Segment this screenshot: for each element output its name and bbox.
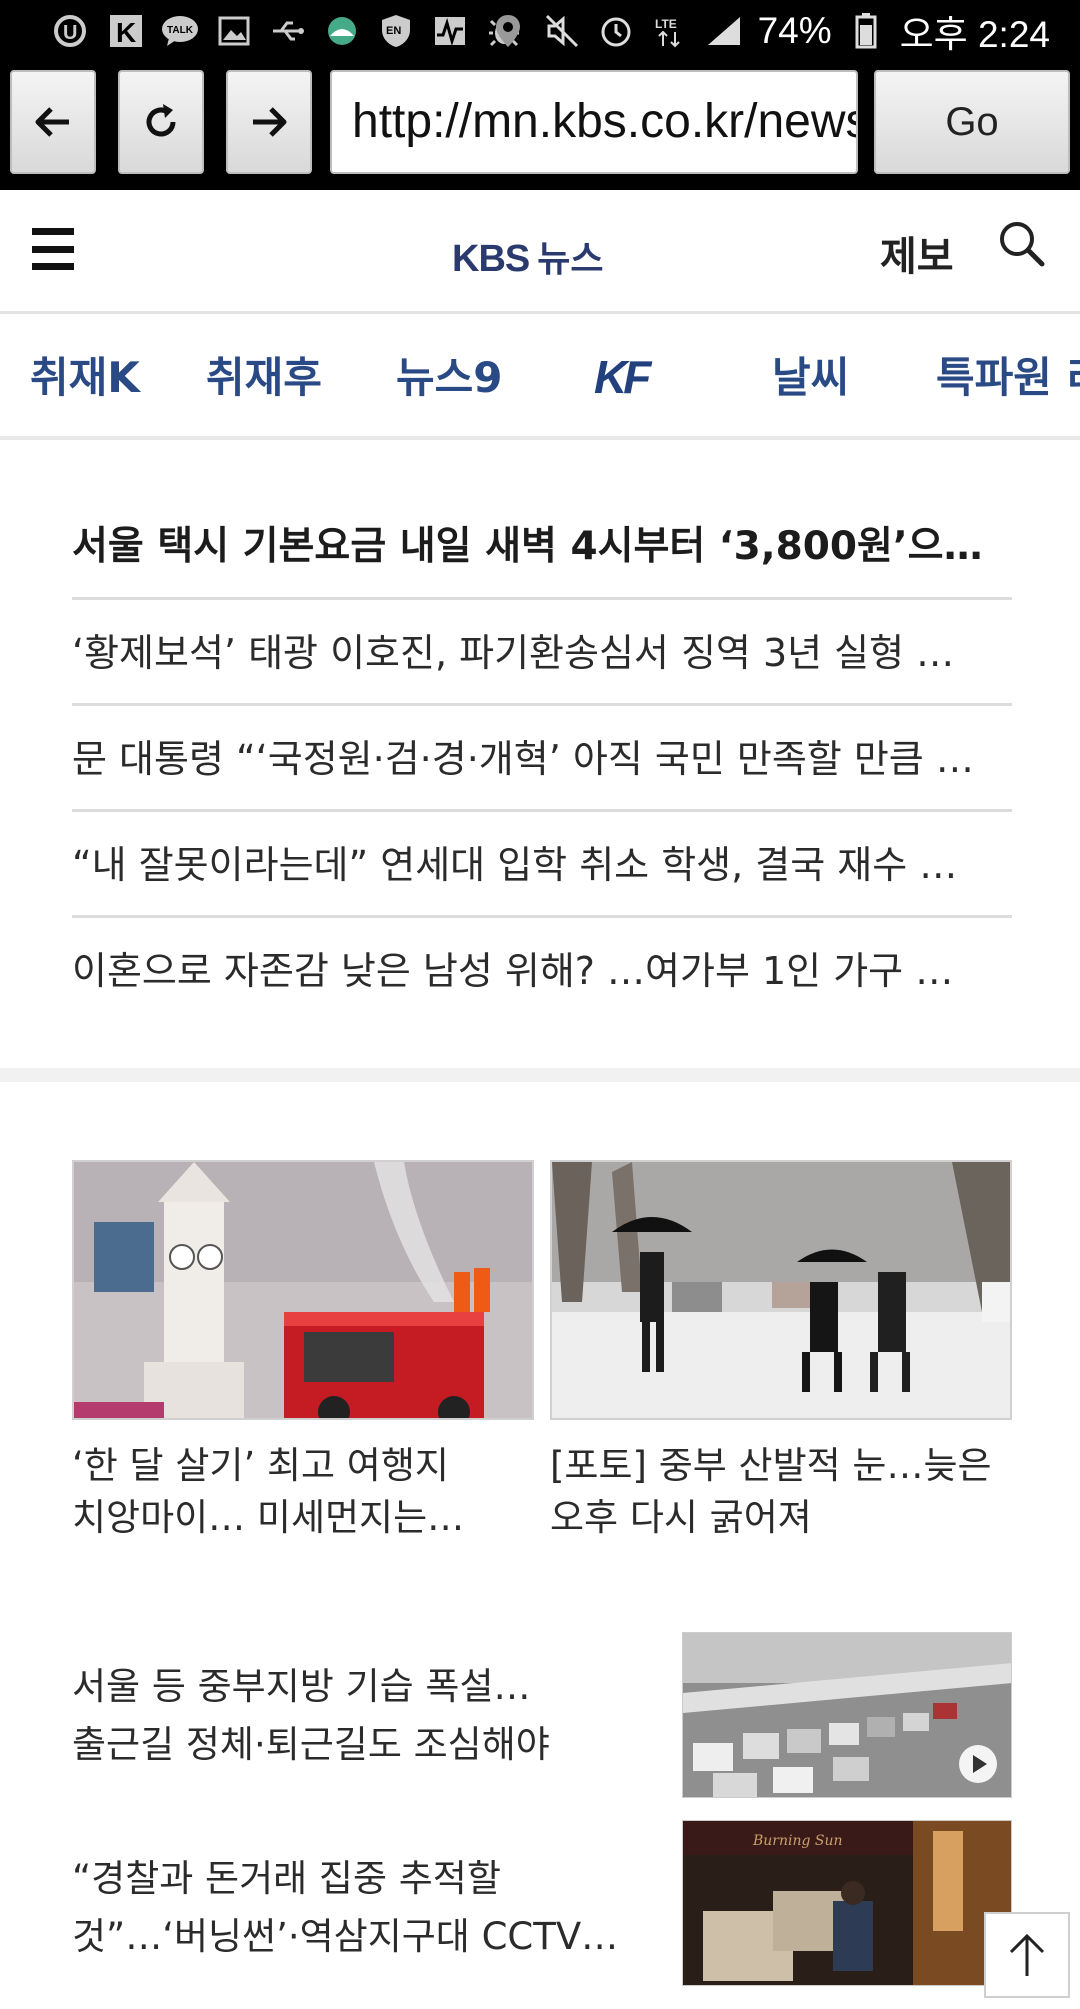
photo-card[interactable]: [포토] 중부 산발적 눈…늦은 오후 다시 굵어져 (550, 1160, 1012, 1544)
search-icon[interactable] (996, 218, 1048, 270)
photo-card[interactable]: ‘한 달 살기’ 최고 여행지 치앙마이… 미세먼지는… (72, 1160, 534, 1544)
image-icon (214, 12, 254, 50)
arrow-left-icon (35, 107, 69, 137)
caption-line: ‘한 달 살기’ 최고 여행지 (72, 1444, 449, 1487)
headline-list: 서울 택시 기본요금 내일 새벽 4시부터 ‘3,800원’으로 … ‘황제보석… (72, 494, 1012, 1024)
tab-correspondent[interactable]: 특파원 리 (936, 344, 1080, 405)
title-line: 출근길 정체·퇴근길도 조심해야 (72, 1723, 550, 1766)
kf-logo-text: K (594, 351, 627, 403)
mute-icon (542, 12, 582, 50)
chiangmai-photo (72, 1160, 534, 1420)
refresh-icon (146, 104, 176, 137)
svg-text:K: K (116, 17, 136, 48)
snow-street-photo (550, 1160, 1012, 1420)
battery-percent: 74% (757, 10, 832, 51)
reload-button[interactable] (118, 70, 204, 174)
u-plus-icon: U (52, 12, 92, 50)
list-item[interactable]: 서울 등 중부지방 기습 폭설… 출근길 정체·퇴근길도 조심해야 (72, 1632, 1012, 1802)
tab-kf-logo[interactable]: KF (594, 350, 651, 404)
headline-item[interactable]: 이혼으로 자존감 낮은 남성 위해? …여가부 1인 가구 … (72, 918, 1012, 1024)
notification-icons: U K TALK EN (52, 10, 524, 52)
burning-sun-photo: Burning Sun (682, 1820, 1012, 1986)
photo-card-caption: ‘한 달 살기’ 최고 여행지 치앙마이… 미세먼지는… (72, 1440, 534, 1544)
back-button[interactable] (10, 70, 96, 174)
photo-card-caption: [포토] 중부 산발적 눈…늦은 오후 다시 굵어져 (550, 1440, 1012, 1544)
headline-item[interactable]: ‘황제보석’ 태광 이호진, 파기환송심서 징역 3년 실형 … (72, 600, 1012, 706)
location-icon (488, 12, 528, 50)
svg-text:EN: EN (386, 25, 401, 37)
svg-text:U: U (63, 22, 77, 44)
signal-icon (704, 12, 744, 50)
arrow-up-icon (1009, 1933, 1045, 1976)
usb-icon (268, 12, 308, 50)
talk-icon: TALK (160, 12, 200, 50)
headline-item[interactable]: “내 잘못이라는데” 연세대 입학 취소 학생, 결국 재수 … (72, 812, 1012, 918)
title-line: 서울 등 중부지방 기습 폭설… (72, 1665, 531, 1708)
caption-line: 치앙마이… 미세먼지는… (72, 1496, 465, 1539)
logo-kbs: KBS (452, 238, 530, 280)
battery-icon (846, 12, 886, 50)
category-nav: 취재K 취재후 뉴스9 KF 날씨 특파원 리 (0, 314, 1080, 440)
list-item-title: 서울 등 중부지방 기습 폭설… 출근길 정체·퇴근길도 조심해야 (72, 1658, 632, 1774)
lte-icon: LTE (650, 12, 690, 50)
browser-toolbar: http://mn.kbs.co.kr/news Go (0, 62, 1080, 190)
url-field[interactable]: http://mn.kbs.co.kr/news (330, 70, 858, 174)
alarm-icon (596, 12, 636, 50)
arrow-right-icon (253, 107, 287, 137)
shield-en-icon: EN (376, 12, 416, 50)
svg-text:LTE: LTE (655, 17, 677, 31)
section-divider (0, 1068, 1080, 1082)
status-bar: U K TALK EN LTE 74% 오후 2:24 (0, 0, 1080, 62)
clock: 오후 2:24 (899, 14, 1050, 55)
forward-button[interactable] (226, 70, 312, 174)
tab-news9[interactable]: 뉴스9 (396, 344, 503, 405)
logo-news: 뉴스 (537, 239, 604, 280)
activity-icon (430, 12, 470, 50)
site-header: KBS 뉴스 제보 (0, 190, 1080, 314)
caption-line: [포토] 중부 산발적 눈…늦은 (550, 1444, 992, 1487)
traffic-snow-photo (682, 1632, 1012, 1798)
scroll-top-button[interactable] (984, 1912, 1070, 1998)
list-item[interactable]: “경찰과 돈거래 집중 추적할 것”…‘버닝썬’·역삼지구대 CCTV… Bur… (72, 1820, 1012, 1990)
play-icon[interactable] (959, 1745, 997, 1783)
headline-item[interactable]: 문 대통령 “‘국정원·검·경·개혁’ 아직 국민 만족할 만큼 … (72, 706, 1012, 812)
svg-text:TALK: TALK (167, 25, 194, 36)
go-button[interactable]: Go (874, 70, 1070, 174)
menu-icon[interactable] (32, 228, 74, 270)
kbs-news-logo[interactable]: KBS 뉴스 (452, 230, 603, 280)
tab-weather[interactable]: 날씨 (772, 344, 849, 405)
tab-coverage-k[interactable]: 취재K (30, 344, 140, 405)
weather-icon (322, 12, 362, 50)
tab-after-coverage[interactable]: 취재후 (206, 344, 322, 405)
tip-off-link[interactable]: 제보 (880, 224, 954, 282)
title-line: “경찰과 돈거래 집중 추적할 (72, 1857, 501, 1900)
title-line: 것”…‘버닝썬’·역삼지구대 CCTV… (72, 1915, 619, 1958)
caption-line: 오후 다시 굵어져 (550, 1496, 812, 1539)
headline-item[interactable]: 서울 택시 기본요금 내일 새벽 4시부터 ‘3,800원’으로 … (72, 494, 1012, 600)
system-indicators: LTE 74% 오후 2:24 (488, 10, 1050, 55)
svg-text:Burning Sun: Burning Sun (752, 1833, 843, 1849)
k-app-icon: K (106, 12, 146, 50)
list-item-title: “경찰과 돈거래 집중 추적할 것”…‘버닝썬’·역삼지구대 CCTV… (72, 1850, 632, 1966)
